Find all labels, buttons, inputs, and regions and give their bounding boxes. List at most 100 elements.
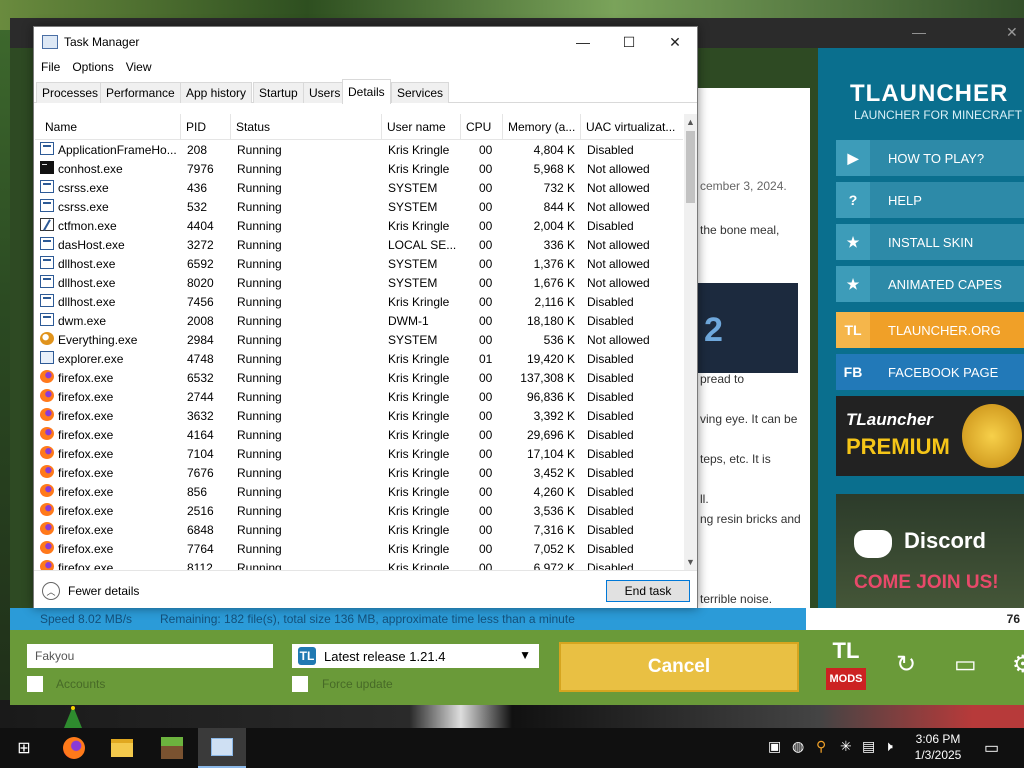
column-header-uac[interactable]: UAC virtualizat... [581, 114, 683, 140]
table-row[interactable]: firefox.exe 856 Running Kris Kringle 00 4,260… [35, 482, 683, 501]
table-row[interactable]: firefox.exe 3632 Running Kris Kringle 00 3,39… [35, 406, 683, 425]
cell-name: firefox.exe [58, 542, 114, 556]
scrollbar-thumb[interactable] [686, 131, 695, 203]
close-icon[interactable]: ✕ [652, 29, 698, 55]
cell-cpu: 00 [479, 485, 493, 499]
taskbar-task-manager[interactable] [198, 728, 246, 768]
everything-search-icon[interactable]: ⚲ [816, 738, 826, 755]
network-icon[interactable]: ▤ [862, 738, 875, 755]
premium-banner[interactable]: TLauncher PREMIUM [836, 396, 1024, 476]
scroll-down-icon[interactable]: ▼ [686, 557, 695, 567]
tab-services[interactable]: Services [391, 82, 450, 103]
volume-muted-icon[interactable]: 🕨 [884, 738, 893, 755]
tab-startup[interactable]: Startup [253, 82, 304, 103]
table-row[interactable]: dasHost.exe 3272 Running LOCAL SE... 00 336 K… [35, 235, 683, 254]
cell-uac: Not allowed [587, 276, 650, 290]
cell-name: ApplicationFrameHo... [58, 143, 177, 157]
cell-memory: 96,836 K [526, 390, 575, 404]
cell-pid: 8112 [187, 561, 213, 570]
menu-facebook-page[interactable]: FB FACEBOOK PAGE [836, 354, 1024, 390]
maximize-icon[interactable]: ☐ [606, 29, 652, 55]
cell-pid: 8020 [187, 276, 214, 290]
cell-memory: 2,116 K [534, 295, 575, 309]
nickname-input[interactable] [27, 644, 273, 668]
accounts-checkbox[interactable] [27, 676, 43, 692]
force-update-checkbox[interactable] [292, 676, 308, 692]
table-row[interactable]: dllhost.exe 8020 Running SYSTEM 00 1,676 K Not… [35, 273, 683, 292]
menu-how-to-play[interactable]: ▶ HOW TO PLAY? [836, 140, 1024, 176]
menu-file[interactable]: File [34, 57, 60, 79]
table-row[interactable]: conhost.exe 7976 Running Kris Kringle 00 5,96… [35, 159, 683, 178]
table-row[interactable]: firefox.exe 7104 Running Kris Kringle 00 17,1… [35, 444, 683, 463]
cell-pid: 7456 [187, 295, 214, 309]
cell-pid: 856 [187, 485, 208, 499]
discord-banner[interactable]: Discord COME JOIN US! [836, 494, 1024, 626]
table-row[interactable]: firefox.exe 6848 Running Kris Kringle 00 7,31… [35, 520, 683, 539]
tl-mods-button[interactable]: TL MODS [822, 640, 870, 694]
tab-performance[interactable]: Performance [100, 82, 181, 103]
scroll-up-icon[interactable]: ▲ [686, 117, 695, 127]
tlauncher-minimize-icon[interactable]: — [912, 24, 926, 40]
column-header-pid[interactable]: PID [181, 114, 231, 140]
table-row[interactable]: explorer.exe 4748 Running Kris Kringle 01 19,… [35, 349, 683, 368]
cell-name: dllhost.exe [58, 257, 116, 271]
taskbar-file-explorer[interactable] [98, 728, 146, 768]
table-row[interactable]: dllhost.exe 7456 Running Kris Kringle 00 2,11… [35, 292, 683, 311]
menu-view[interactable]: View [119, 57, 152, 79]
taskbar-minecraft[interactable] [148, 728, 196, 768]
table-row[interactable]: firefox.exe 2516 Running Kris Kringle 00 3,53… [35, 501, 683, 520]
column-header-cpu[interactable]: CPU [461, 114, 503, 140]
folder-icon[interactable]: ▭ [954, 650, 977, 679]
brightness-icon[interactable]: ✳ [840, 738, 852, 755]
cancel-button[interactable]: Cancel [559, 642, 799, 692]
network-adapter-icon[interactable]: ▣ [768, 738, 781, 755]
table-row[interactable]: firefox.exe 2744 Running Kris Kringle 00 96,8… [35, 387, 683, 406]
table-row[interactable]: dllhost.exe 6592 Running SYSTEM 00 1,376 K Not… [35, 254, 683, 273]
column-header-status[interactable]: Status [231, 114, 382, 140]
end-task-button[interactable]: End task [606, 580, 690, 602]
cell-cpu: 00 [479, 181, 493, 195]
vertical-scrollbar[interactable]: ▲ ▼ [684, 114, 697, 570]
task-manager-title-bar[interactable]: Task Manager — ☐ ✕ [34, 27, 697, 57]
menu-install-skin[interactable]: ★ INSTALL SKIN [836, 224, 1024, 260]
table-row[interactable]: ctfmon.exe 4404 Running Kris Kringle 00 2,004… [35, 216, 683, 235]
taskbar-clock[interactable]: 3:06 PM 1/3/2025 [905, 731, 971, 763]
table-row[interactable]: dwm.exe 2008 Running DWM-1 00 18,180 K Disable… [35, 311, 683, 330]
cell-memory: 2,004 K [533, 219, 575, 233]
tab-processes[interactable]: Processes [36, 82, 105, 103]
table-row[interactable]: firefox.exe 4164 Running Kris Kringle 00 29,6… [35, 425, 683, 444]
tlauncher-close-icon[interactable]: ✕ [1006, 24, 1018, 41]
cell-status: Running [237, 466, 282, 480]
fewer-details-link[interactable]: Fewer details [68, 584, 139, 598]
menu-tlauncher-org[interactable]: TL TLAUNCHER.ORG [836, 312, 1024, 348]
table-row[interactable]: firefox.exe 7764 Running Kris Kringle 00 7,05… [35, 539, 683, 558]
column-header-name[interactable]: Name [40, 114, 181, 140]
chevron-up-icon[interactable]: ︿ [42, 582, 60, 600]
minimize-icon[interactable]: — [560, 29, 606, 55]
start-button[interactable]: ⊞ [0, 728, 48, 768]
table-row[interactable]: firefox.exe 8112 Running Kris Kringle 00 6,97… [35, 558, 683, 570]
taskbar-firefox[interactable] [50, 728, 98, 768]
table-row[interactable]: csrss.exe 436 Running SYSTEM 00 732 K Not allo… [35, 178, 683, 197]
table-row[interactable]: ApplicationFrameHo... 208 Running Kris Krin… [35, 140, 683, 159]
table-row[interactable]: Everything.exe 2984 Running SYSTEM 00 536 K No… [35, 330, 683, 349]
cell-memory: 17,104 K [526, 447, 575, 461]
notifications-icon[interactable]: ▭ [984, 738, 999, 758]
table-row[interactable]: firefox.exe 7676 Running Kris Kringle 00 3,45… [35, 463, 683, 482]
menu-help[interactable]: ? HELP [836, 182, 1024, 218]
settings-icon[interactable]: ⚙ [1012, 650, 1024, 679]
cell-memory: 1,376 K [533, 257, 575, 271]
cell-uac: Disabled [587, 542, 634, 556]
tab-app-history[interactable]: App history [180, 82, 253, 103]
refresh-icon[interactable]: ↻ [896, 650, 916, 679]
version-select[interactable]: TL Latest release 1.21.4 ▼ [292, 644, 539, 668]
menu-animated-capes[interactable]: ★ ANIMATED CAPES [836, 266, 1024, 302]
table-row[interactable]: firefox.exe 6532 Running Kris Kringle 00 137,… [35, 368, 683, 387]
tab-users[interactable]: Users [303, 82, 347, 103]
droplet-icon[interactable]: ◍ [792, 738, 804, 755]
tab-details[interactable]: Details [342, 79, 391, 104]
column-header-memory[interactable]: Memory (a... [503, 114, 581, 140]
table-row[interactable]: csrss.exe 532 Running SYSTEM 00 844 K Not allo… [35, 197, 683, 216]
menu-options[interactable]: Options [65, 57, 113, 79]
column-header-user-name[interactable]: User name [382, 114, 461, 140]
